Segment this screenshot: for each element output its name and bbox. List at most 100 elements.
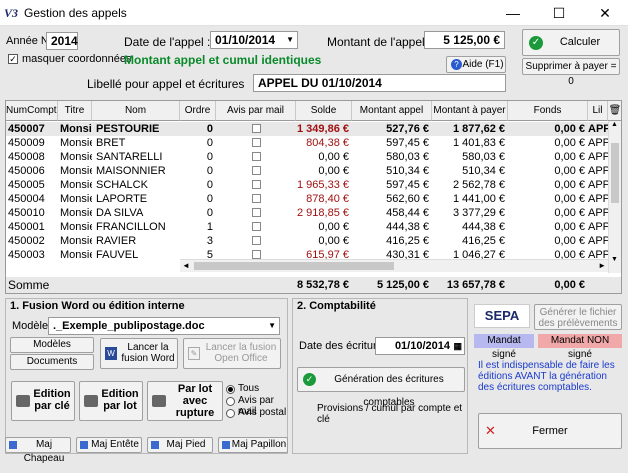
scroll-thumb[interactable] — [611, 143, 619, 203]
avis-mail-checkbox[interactable] — [252, 166, 261, 175]
cell-apayer: 580,03 € — [462, 151, 505, 163]
generer-prelevements-button[interactable]: Générer le fichier des prélèvements — [534, 304, 622, 330]
cell-titre: Monsie — [60, 179, 92, 191]
cell-num: 450009 — [8, 137, 45, 149]
sepa-logo: SEPA — [474, 304, 530, 328]
col-header-nom[interactable]: Nom — [92, 101, 180, 121]
date-ecritures-input[interactable]: 01/10/2014 ▦ — [375, 337, 465, 355]
scroll-right-icon[interactable]: ► — [598, 261, 606, 270]
col-header-ordre[interactable]: Ordre — [180, 101, 216, 121]
avis-mail-checkbox[interactable] — [252, 250, 261, 259]
total-apayer: 13 657,78 € — [446, 279, 505, 291]
cell-nom: FRANCILLON — [96, 221, 166, 233]
total-montant: 5 125,00 € — [377, 279, 429, 291]
generation-button[interactable]: ✓ Génération des écritures comptables — [297, 367, 465, 408]
col-header-numcompte[interactable]: NumCompte — [6, 101, 58, 121]
radio-tous[interactable] — [226, 385, 235, 394]
cell-apayer: 416,25 € — [462, 235, 505, 247]
avis-mail-checkbox[interactable] — [252, 236, 261, 245]
horizontal-scrollbar[interactable]: ◄ ► — [180, 259, 608, 272]
masquer-checkbox[interactable]: ✓ — [8, 54, 18, 64]
modeles-button[interactable]: Modèles — [10, 337, 94, 353]
title-bar: V3 Gestion des appels — ☐ ✕ — [0, 0, 628, 26]
supprimer-button[interactable]: Supprimer à payer = 0 — [522, 58, 620, 87]
chevron-down-icon: ▼ — [268, 321, 276, 330]
maj-papillon-button[interactable]: Maj Papillon — [218, 437, 288, 453]
col-header-avis[interactable]: Avis par mail — [216, 101, 296, 121]
cell-num: 450010 — [8, 207, 45, 219]
edition-lot-button[interactable]: Edition par lot — [79, 381, 143, 421]
libelle-input[interactable]: APPEL DU 01/10/2014 — [253, 74, 506, 92]
close-button[interactable]: ✕ — [582, 0, 628, 26]
provisions-text: Provisions / cumul par compte et clé — [317, 403, 463, 425]
delete-icon[interactable]: 🗑 — [608, 101, 621, 121]
calendar-icon[interactable]: ▦ — [453, 338, 462, 354]
annee-input[interactable]: 2014 — [46, 32, 78, 50]
scroll-left-icon[interactable]: ◄ — [182, 261, 190, 270]
modele-label: Modèle — [12, 320, 49, 332]
col-header-lil[interactable]: Lil — [588, 101, 608, 121]
cell-nom: LAPORTE — [96, 193, 148, 205]
maj-chapeau-label: Maj Chapeau — [23, 439, 65, 464]
table-row[interactable]: 450006 Monsie MAISONNIER 0 0,00 € 510,34 € 510… — [6, 164, 608, 178]
edition-cle-label: Edition par clé — [33, 388, 71, 412]
table-row[interactable]: 450001 Monsie FRANCILLON 1 0,00 € 444,38 € 444… — [6, 220, 608, 234]
par-lot-rupture-button[interactable]: Par lot avec rupture — [147, 381, 223, 421]
cell-ordre: 0 — [206, 165, 213, 177]
maximize-button[interactable]: ☐ — [536, 0, 582, 26]
maj-entete-button[interactable]: Maj Entête — [76, 437, 142, 453]
fermer-button[interactable]: ✕ Fermer — [478, 413, 622, 449]
col-header-fonds[interactable]: Fonds — [508, 101, 588, 121]
hscroll-thumb[interactable] — [194, 262, 394, 270]
documents-button[interactable]: Documents — [10, 354, 94, 370]
radio-avis-mail[interactable] — [226, 397, 235, 406]
col-header-titre[interactable]: Titre — [58, 101, 92, 121]
total-solde: 8 532,78 € — [297, 279, 349, 291]
montant-appel-input[interactable]: 5 125,00 € — [424, 31, 505, 49]
avis-mail-checkbox[interactable] — [252, 124, 261, 133]
avis-mail-checkbox[interactable] — [252, 208, 261, 217]
avis-mail-checkbox[interactable] — [252, 194, 261, 203]
cell-num: 450002 — [8, 235, 45, 247]
table-row[interactable]: 450007 Monsi PESTOURIE 0 1 349,86 € 527,76 € 1… — [6, 122, 608, 136]
date-appel-label: Date de l'appel : — [124, 35, 211, 49]
lancer-word-button[interactable]: W Lancer la fusion Word — [100, 338, 178, 369]
table-row[interactable]: 450010 Monsie DA SILVA 0 2 918,85 € 458,44 € 3… — [6, 206, 608, 220]
vertical-scrollbar[interactable]: ▲ ▼ — [608, 121, 621, 273]
table-row[interactable]: 450009 Monsie BRET 0 804,38 € 597,45 € 1 401,8… — [6, 136, 608, 150]
maj-chapeau-button[interactable]: Maj Chapeau — [5, 437, 71, 464]
document-icon — [80, 441, 88, 449]
cell-titre: Monsie — [60, 235, 92, 247]
date-appel-select[interactable]: 01/10/2014 ▼ — [210, 31, 298, 49]
edition-cle-button[interactable]: Edition par clé — [11, 381, 75, 421]
radio-tous-label: Tous — [238, 383, 260, 394]
avis-mail-checkbox[interactable] — [252, 222, 261, 231]
cell-num: 450007 — [8, 123, 45, 135]
check-icon: ✓ — [529, 36, 543, 50]
col-header-montant[interactable]: Montant appel — [352, 101, 432, 121]
col-header-apayer[interactable]: Montant à payer — [432, 101, 508, 121]
modele-select[interactable]: ._Exemple_publipostage.doc ▼ — [48, 317, 280, 335]
table-row[interactable]: 450002 Monsie RAVIER 3 0,00 € 416,25 € 416,25 … — [6, 234, 608, 248]
status-text: Montant appel et cumul identiques — [124, 53, 322, 67]
table-row[interactable]: 450004 Monsie LAPORTE 0 878,40 € 562,60 € 1 44… — [6, 192, 608, 206]
minimize-button[interactable]: — — [490, 0, 536, 26]
calculer-button[interactable]: ✓ Calculer — [522, 29, 620, 56]
cell-lil: APP — [588, 179, 608, 191]
maj-papillon-label: Maj Papillon — [231, 439, 287, 450]
table-row[interactable]: 450008 Monsie SANTARELLI 0 0,00 € 580,03 € 580… — [6, 150, 608, 164]
cell-ordre: 0 — [206, 123, 213, 135]
aide-button[interactable]: ? Aide (F1) — [446, 56, 506, 73]
scroll-up-icon[interactable]: ▲ — [611, 121, 618, 128]
radio-avis-postal[interactable] — [226, 409, 235, 418]
avis-mail-checkbox[interactable] — [252, 180, 261, 189]
col-header-solde[interactable]: Solde — [296, 101, 352, 121]
avis-mail-checkbox[interactable] — [252, 138, 261, 147]
help-icon: ? — [451, 59, 462, 70]
scroll-down-icon[interactable]: ▼ — [611, 256, 618, 263]
maj-pied-button[interactable]: Maj Pied — [147, 437, 213, 453]
table-row[interactable]: 450005 Monsie SCHALCK 0 1 965,33 € 597,45 € 2 … — [6, 178, 608, 192]
lancer-oo-button[interactable]: ✎ Lancer la fusion Open Office — [183, 338, 281, 369]
avis-mail-checkbox[interactable] — [252, 152, 261, 161]
cell-lil: APP — [588, 123, 608, 135]
